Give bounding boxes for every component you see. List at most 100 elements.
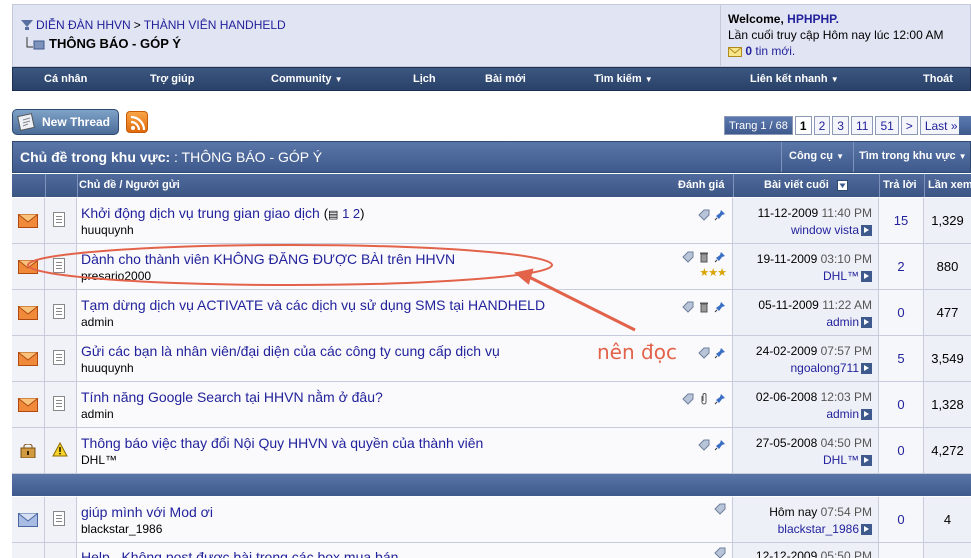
- post-icon: [53, 396, 65, 411]
- thread-title-link[interactable]: giúp mình với Mod ơi: [81, 504, 213, 520]
- sticky-pin-icon: [714, 440, 725, 451]
- thread-title-link[interactable]: Khởi động dịch vụ trung gian giao dịch (…: [81, 205, 365, 221]
- thread-title-link[interactable]: Tạm dừng dịch vụ ACTIVATE và các dịch vụ…: [81, 297, 545, 313]
- new-thread-button[interactable]: New Thread: [12, 109, 119, 135]
- column-views[interactable]: Lần xem: [928, 179, 971, 191]
- forum-home-icon[interactable]: [21, 20, 33, 30]
- view-count: 4,272: [931, 443, 964, 458]
- page-link[interactable]: 51: [875, 116, 899, 135]
- thread-hot-new-icon[interactable]: [18, 214, 38, 228]
- next-page-link[interactable]: >: [900, 116, 918, 135]
- thread-title-link[interactable]: Dành cho thành viên KHÔNG ĐĂNG ĐƯỢC BÀI …: [81, 251, 455, 267]
- tag-icon: [698, 209, 710, 221]
- thread-hot-new-icon[interactable]: [18, 398, 38, 412]
- thread-new-icon[interactable]: [18, 513, 38, 527]
- thread-title-link[interactable]: Tính năng Google Search tại HHVN nằm ở đ…: [81, 389, 383, 405]
- thread-locked-icon[interactable]: [18, 444, 38, 458]
- go-to-last-post-icon[interactable]: [861, 408, 872, 420]
- thread-page-links: (▤ 1 2): [323, 206, 365, 221]
- view-count: 4: [943, 512, 952, 527]
- thread-author[interactable]: admin: [81, 315, 114, 329]
- breadcrumb-forum-link[interactable]: DIỄN ĐÀN HHVN: [36, 18, 131, 32]
- thread-hot-new-icon[interactable]: [18, 352, 38, 366]
- thread-row: Thông báo việc thay đổi Nội Quy HHVN và …: [12, 428, 971, 474]
- private-messages-link[interactable]: 0 tin mới.: [728, 43, 943, 59]
- main-navbar: Cá nhân Trợ giúp Community ▼ Lịch Bài mớ…: [12, 67, 971, 91]
- view-count: 3,549: [931, 351, 964, 366]
- column-last-post[interactable]: Bài viết cuối: [764, 179, 829, 191]
- reply-count[interactable]: 5: [879, 351, 923, 366]
- nav-quick-links[interactable]: Liên kết nhanh ▼: [750, 73, 839, 85]
- go-to-last-post-icon[interactable]: [861, 224, 872, 236]
- page-link[interactable]: 11: [850, 116, 874, 135]
- last-post-user[interactable]: DHL™: [823, 453, 872, 467]
- nav-calendar[interactable]: Lịch: [413, 73, 436, 85]
- reply-count[interactable]: 0: [879, 305, 923, 320]
- sticky-pin-icon: [714, 210, 725, 221]
- rss-feed-icon[interactable]: [126, 111, 148, 133]
- nav-user-cp[interactable]: Cá nhân: [44, 73, 87, 85]
- rss-icon: [130, 115, 146, 131]
- last-post-user[interactable]: DHL™: [823, 269, 872, 283]
- go-to-last-post-icon[interactable]: [861, 316, 872, 328]
- reply-count[interactable]: 0: [879, 443, 923, 458]
- last-post-user[interactable]: blackstar_1986: [778, 522, 872, 536]
- go-to-last-post-icon[interactable]: [861, 270, 872, 282]
- column-replies[interactable]: Trả lời: [883, 179, 917, 191]
- last-post-user[interactable]: window vista: [791, 223, 872, 237]
- breadcrumb-section-link[interactable]: THÀNH VIÊN HANDHELD: [144, 18, 286, 32]
- pager-jump-dropdown[interactable]: [959, 116, 971, 135]
- reply-count[interactable]: 0: [879, 397, 923, 412]
- sticky-separator: [12, 474, 971, 496]
- last-post-user[interactable]: admin: [826, 407, 872, 421]
- chevron-down-icon: ▼: [830, 75, 839, 84]
- last-post-user[interactable]: ngoalong711: [790, 361, 872, 375]
- nav-search[interactable]: Tìm kiếm ▼: [594, 73, 653, 85]
- go-to-last-post-icon[interactable]: [861, 523, 872, 535]
- page-title-row: THÔNG BÁO - GÓP Ý: [25, 36, 181, 51]
- thread-author[interactable]: presario2000: [81, 269, 151, 283]
- go-to-last-post-icon[interactable]: [861, 362, 872, 374]
- nav-help[interactable]: Trợ giúp: [150, 73, 194, 85]
- sticky-pin-icon: [714, 394, 725, 405]
- thread-author[interactable]: huuquynh: [81, 223, 134, 237]
- thread-author[interactable]: DHL™: [81, 453, 117, 467]
- reply-count[interactable]: 2: [879, 259, 923, 274]
- thread-hot-new-icon[interactable]: [18, 260, 38, 274]
- thread-row: Tạm dừng dịch vụ ACTIVATE và các dịch vụ…: [12, 290, 971, 336]
- thread-row: giúp mình với Mod ơi blackstar_1986 Hôm …: [12, 497, 971, 543]
- last-page-link[interactable]: Last »: [919, 116, 963, 135]
- new-thread-icon: [17, 113, 35, 131]
- page-title: THÔNG BÁO - GÓP Ý: [49, 36, 181, 51]
- page-link-current: 1: [794, 116, 812, 135]
- nav-logout[interactable]: Thoát: [923, 73, 953, 85]
- welcome-panel: Welcome, HPHPHP. Lần cuối truy cập Hôm n…: [728, 11, 943, 59]
- thread-title-link[interactable]: Thông báo việc thay đổi Nội Quy HHVN và …: [81, 435, 483, 451]
- thread-row: Khởi động dịch vụ trung gian giao dịch (…: [12, 198, 971, 244]
- reply-count[interactable]: 0: [879, 512, 923, 527]
- search-forum-menu[interactable]: Tìm trong khu vực ▼: [853, 142, 971, 172]
- sort-desc-icon[interactable]: [837, 180, 848, 191]
- go-to-last-post-icon[interactable]: [861, 454, 872, 466]
- thread-tools-menu[interactable]: Công cụ ▼: [781, 142, 853, 172]
- pm-envelope-icon: [728, 47, 742, 57]
- thread-author[interactable]: blackstar_1986: [81, 522, 162, 536]
- page-link[interactable]: 2: [813, 116, 831, 135]
- column-thread[interactable]: Chủ đề / Người gửi: [79, 179, 180, 191]
- last-post-user[interactable]: admin: [826, 315, 872, 329]
- nav-new-posts[interactable]: Bài mới: [485, 73, 526, 85]
- thread-author[interactable]: admin: [81, 407, 114, 421]
- page-link[interactable]: 3: [832, 116, 849, 135]
- thread-title-link[interactable]: Help...Không post được bài trong các box…: [81, 549, 398, 558]
- thread-row: Dành cho thành viên KHÔNG ĐĂNG ĐƯỢC BÀI …: [12, 244, 971, 290]
- thread-page-link[interactable]: 1: [342, 206, 349, 221]
- thread-title-link[interactable]: Gửi các bạn là nhân viên/đại diện của cá…: [81, 343, 500, 359]
- forum-threads-header: Chủ đề trong khu vực: : THÔNG BÁO - GÓP …: [12, 141, 971, 173]
- thread-hot-new-icon[interactable]: [18, 306, 38, 320]
- username-link[interactable]: HPHPHP.: [787, 12, 839, 26]
- column-rating[interactable]: Đánh giá: [678, 179, 724, 191]
- nav-community[interactable]: Community ▼: [271, 73, 342, 85]
- thread-author[interactable]: huuquynh: [81, 361, 134, 375]
- reply-count[interactable]: 15: [879, 213, 923, 228]
- last-post-date: 11-12-2009 11:40 PM: [757, 206, 872, 220]
